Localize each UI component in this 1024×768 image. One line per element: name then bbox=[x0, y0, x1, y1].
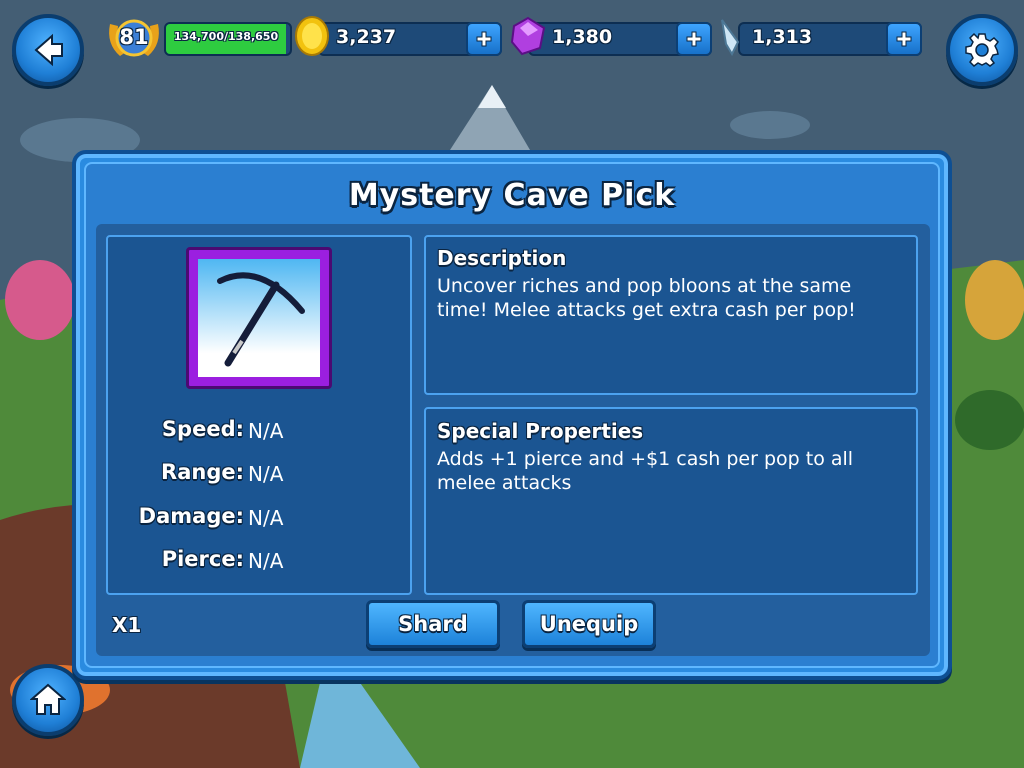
shards-value: 1,313 bbox=[752, 26, 813, 48]
plus-icon bbox=[476, 31, 492, 47]
item-image bbox=[198, 259, 320, 377]
item-quantity: X1 bbox=[112, 613, 142, 637]
add-shards-button[interactable] bbox=[886, 22, 922, 56]
shard-icon bbox=[721, 19, 740, 56]
gem-icon bbox=[510, 16, 546, 56]
stat-value-range: N/A bbox=[248, 462, 284, 486]
coin-icon bbox=[295, 16, 329, 56]
description-text: Uncover riches and pop bloons at the sam… bbox=[437, 275, 856, 321]
pickaxe-icon bbox=[217, 272, 305, 367]
stat-value-pierce: N/A bbox=[248, 549, 284, 573]
stat-label-range: Range: bbox=[161, 460, 244, 484]
item-image-frame bbox=[186, 247, 332, 389]
gems-value: 1,380 bbox=[552, 26, 613, 48]
stat-value-speed: N/A bbox=[248, 419, 284, 443]
plus-icon bbox=[686, 31, 702, 47]
home-button[interactable] bbox=[12, 664, 84, 736]
description-heading: Description bbox=[437, 246, 567, 270]
stat-label-speed: Speed: bbox=[161, 417, 244, 441]
back-button[interactable] bbox=[12, 14, 84, 86]
special-properties-heading: Special Properties bbox=[437, 419, 644, 443]
stat-label-damage: Damage: bbox=[138, 504, 244, 528]
add-gems-button[interactable] bbox=[676, 22, 712, 56]
special-properties-text: Adds +1 pierce and +$1 cash per pop to a… bbox=[437, 448, 854, 494]
shard-button[interactable]: Shard bbox=[366, 600, 500, 648]
dialog-title: Mystery Cave Pick bbox=[348, 178, 676, 213]
stat-value-damage: N/A bbox=[248, 506, 284, 530]
plus-icon bbox=[896, 31, 912, 47]
home-icon bbox=[30, 683, 66, 715]
level-number: 81 bbox=[119, 25, 149, 49]
gear-icon bbox=[965, 32, 999, 67]
stat-label-pierce: Pierce: bbox=[161, 547, 244, 571]
arrow-left-icon bbox=[34, 33, 63, 67]
add-coins-button[interactable] bbox=[466, 22, 502, 56]
level-badge: 81 bbox=[104, 14, 164, 62]
xp-text: 134,700/138,650 bbox=[173, 30, 279, 43]
unequip-button[interactable]: Unequip bbox=[522, 600, 656, 648]
settings-button[interactable] bbox=[946, 14, 1018, 86]
coins-value: 3,237 bbox=[336, 26, 397, 48]
